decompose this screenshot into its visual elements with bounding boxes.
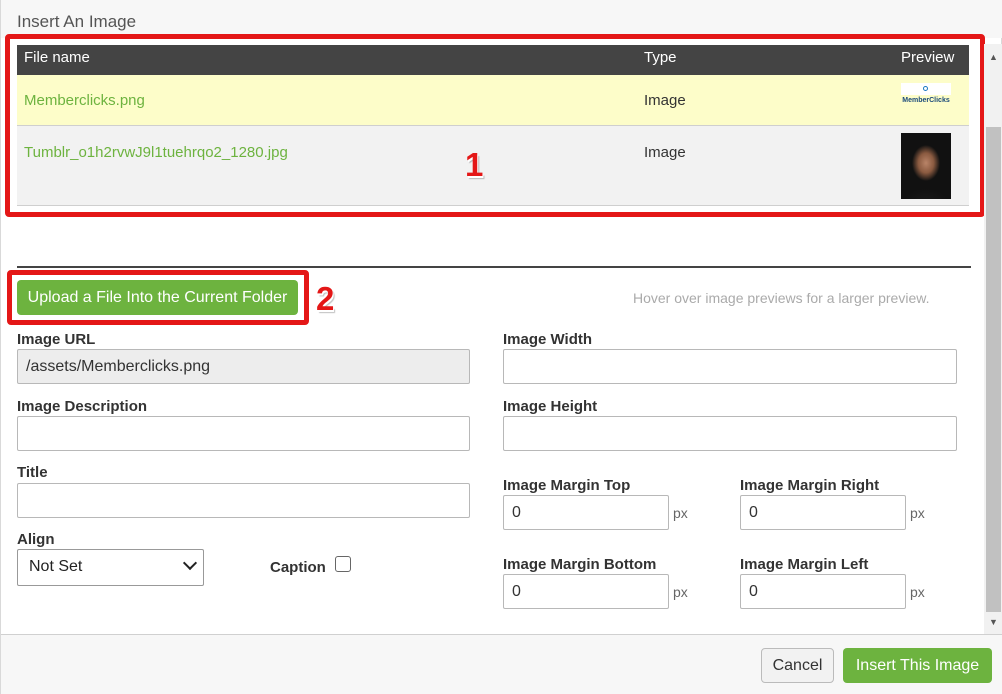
image-width-label: Image Width [503,331,593,348]
margin-right-label: Image Margin Right [740,477,880,494]
annotation-number-1: 1 [465,146,484,183]
margin-bottom-field[interactable]: 0 [503,574,669,609]
image-url-field[interactable]: /assets/Memberclicks.png [17,349,470,384]
margin-right-field[interactable]: 0 [740,495,906,530]
margin-left-field[interactable]: 0 [740,574,906,609]
insert-image-button[interactable]: Insert This Image [843,648,992,683]
cancel-button[interactable]: Cancel [761,648,834,683]
dialog-title-bar: Insert An Image [1,0,1002,38]
chevron-down-icon [182,555,198,571]
image-height-label: Image Height [503,398,598,415]
margin-left-label: Image Margin Left [740,556,869,573]
image-description-label: Image Description [17,398,148,415]
title-label: Title [17,464,48,481]
margin-left-unit: px [910,584,925,600]
annotation-box-2 [7,270,309,325]
annotation-number-2: 2 [316,280,335,317]
margin-bottom-unit: px [673,584,688,600]
insert-image-dialog: Insert An Image File name Type Preview M… [0,0,1002,694]
image-width-field[interactable] [503,349,957,384]
align-select-value: Not Set [29,558,83,575]
image-url-label: Image URL [17,331,96,348]
section-divider [17,266,971,268]
annotation-box-1 [5,34,985,217]
align-label: Align [17,531,55,548]
margin-right-unit: px [910,505,925,521]
dialog-title: Insert An Image [17,12,137,31]
scroll-down-arrow-icon[interactable]: ▼ [987,616,1000,628]
margin-top-field[interactable]: 0 [503,495,669,530]
image-height-field[interactable] [503,416,957,451]
preview-hint-text: Hover over image previews for a larger p… [633,290,930,306]
caption-label: Caption [270,559,326,576]
title-field[interactable] [17,483,470,518]
caption-checkbox[interactable] [335,556,351,572]
align-select[interactable]: Not Set [17,549,204,586]
margin-top-unit: px [673,505,688,521]
margin-top-label: Image Margin Top [503,477,631,494]
image-description-field[interactable] [17,416,470,451]
scrollbar-thumb[interactable] [986,127,1001,612]
margin-bottom-label: Image Margin Bottom [503,556,657,573]
scroll-up-arrow-icon[interactable]: ▲ [987,51,1000,63]
